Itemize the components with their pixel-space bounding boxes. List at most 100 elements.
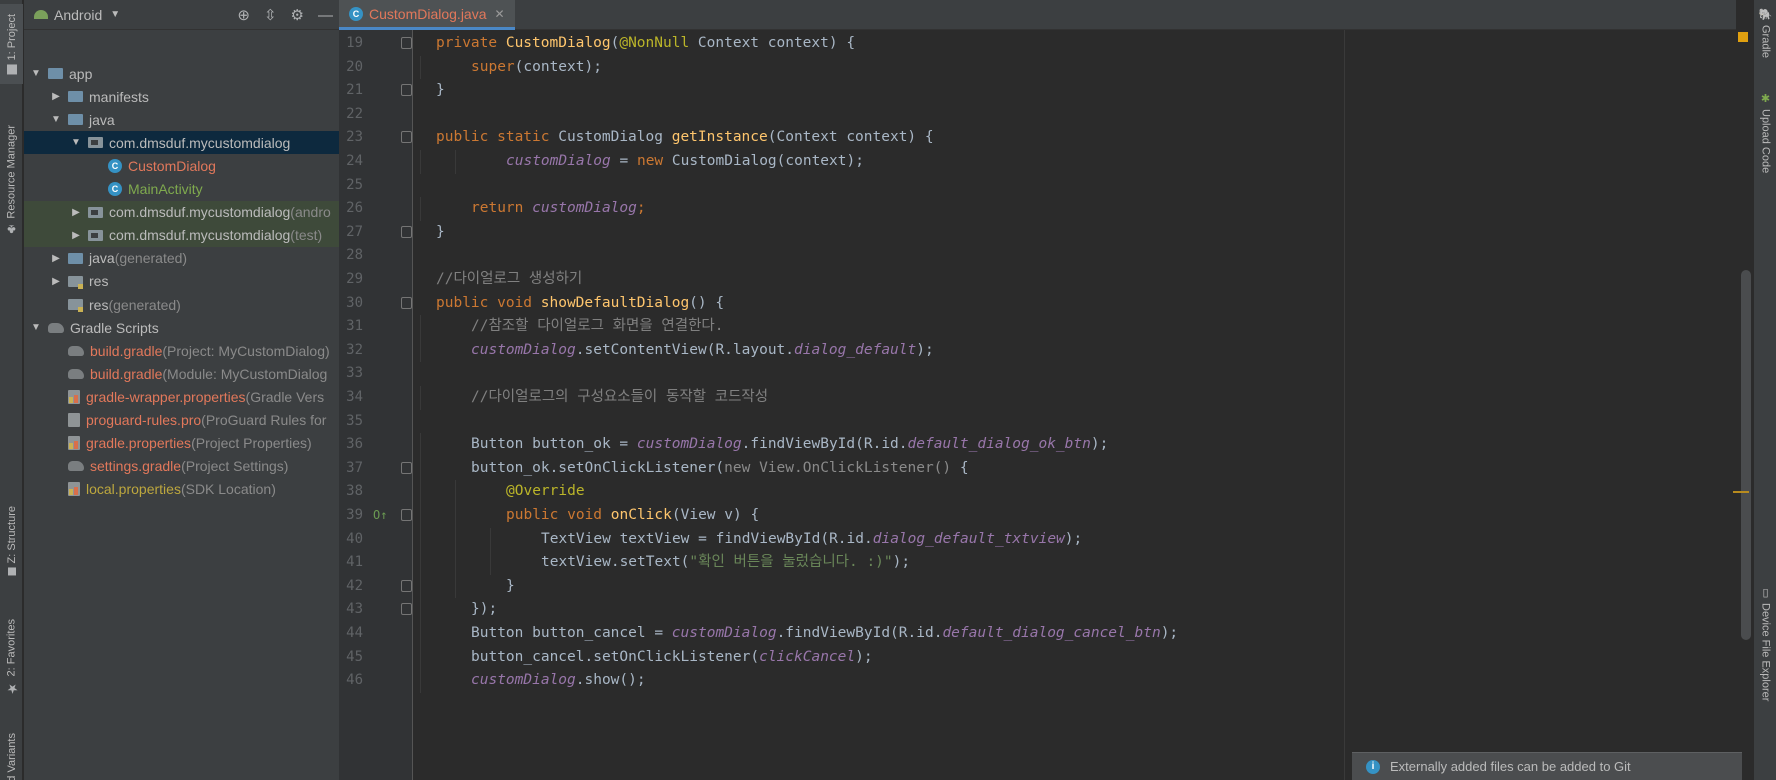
- code-line[interactable]: 35: [339, 410, 1736, 434]
- code-line[interactable]: 43});: [339, 598, 1736, 622]
- collapse-all-icon[interactable]: ⇳: [264, 6, 277, 24]
- code-line[interactable]: 22: [339, 103, 1736, 127]
- fold-icon[interactable]: [401, 37, 412, 49]
- code-line[interactable]: 32 customDialog.setContentView(R.layout.d…: [339, 338, 1736, 363]
- code-line[interactable]: 45 button_cancel.setOnClickListener(click…: [339, 645, 1736, 670]
- editor-scrollbar[interactable]: [1741, 270, 1751, 640]
- expanded-arrow-icon[interactable]: ▼: [30, 68, 42, 79]
- code-line[interactable]: 21}: [339, 79, 1736, 103]
- code-line[interactable]: 44 Button button_cancel = customDialog.fi…: [339, 622, 1736, 646]
- code-text: //다이얼로그 생성하기: [436, 268, 582, 292]
- tree-item[interactable]: ▼ java: [24, 108, 339, 131]
- fold-icon[interactable]: [401, 509, 412, 521]
- code-line[interactable]: 31 //참조할 다이얼로그 화면을 연결한다.: [339, 315, 1736, 339]
- fold-icon[interactable]: [401, 461, 412, 474]
- code-token: public void: [436, 294, 541, 311]
- code-line[interactable]: 28: [339, 244, 1736, 268]
- tab-device-file-explorer[interactable]: ▯ Device File Explorer: [1754, 586, 1776, 716]
- tree-item[interactable]: ▶ com.dmsduf.mycustomdialog (andro: [24, 200, 339, 224]
- folder-icon: [68, 91, 83, 103]
- code-line[interactable]: 34 //다이얼로그의 구성요소들이 동작할 코드작성: [339, 386, 1736, 410]
- fold-icon[interactable]: [401, 225, 412, 238]
- tree-item[interactable]: gradle-wrapper.properties (Gradle Vers: [24, 385, 339, 408]
- collapsed-arrow-icon[interactable]: ▶: [50, 91, 62, 102]
- collapsed-arrow-icon[interactable]: ▶: [70, 207, 82, 218]
- locate-target-icon[interactable]: ⊕: [237, 6, 250, 24]
- tree-item[interactable]: ▼ app: [24, 62, 339, 85]
- code-line[interactable]: 37 button_ok.setOnClickListener(new View.…: [339, 456, 1736, 481]
- tree-item[interactable]: ▶ java (generated): [24, 247, 339, 270]
- gear-icon[interactable]: ⚙: [291, 6, 304, 24]
- fold-icon[interactable]: [401, 579, 412, 592]
- tree-item[interactable]: build.gradle (Module: MyCustomDialog: [24, 362, 339, 385]
- code-editor[interactable]: 19 private CustomDialog(@NonNull Context …: [339, 30, 1736, 780]
- code-line[interactable]: 27}: [339, 221, 1736, 245]
- minimize-icon[interactable]: —: [318, 7, 333, 24]
- tree-item[interactable]: settings.gradle (Project Settings): [24, 455, 339, 478]
- chevron-down-icon[interactable]: ▼: [110, 9, 120, 20]
- fold-icon[interactable]: [401, 603, 412, 616]
- line-number: 29: [346, 271, 363, 287]
- tree-item[interactable]: C MainActivity: [24, 178, 339, 201]
- code-line[interactable]: 33: [339, 362, 1736, 386]
- expanded-arrow-icon[interactable]: ▼: [70, 137, 82, 148]
- fold-icon[interactable]: [401, 131, 412, 144]
- tab-project[interactable]: 1: Project: [0, 4, 23, 84]
- tab-favorites[interactable]: ★ 2: Favorites: [0, 612, 23, 702]
- fold-icon[interactable]: [401, 296, 412, 309]
- tree-item[interactable]: ▼ Gradle Scripts: [24, 316, 339, 339]
- tab-project-label: 1: Project: [5, 13, 18, 61]
- expanded-arrow-icon[interactable]: ▼: [30, 322, 42, 333]
- code-token: CustomDialog(context);: [671, 153, 864, 169]
- code-line[interactable]: 30 public void showDefaultDialog() {: [339, 292, 1736, 316]
- collapsed-arrow-icon[interactable]: ▶: [50, 253, 62, 264]
- code-line[interactable]: 40 TextView textView = findViewById(R.id.…: [339, 527, 1736, 552]
- override-marker-icon[interactable]: O↑: [373, 504, 387, 528]
- tree-item[interactable]: proguard-rules.pro (ProGuard Rules for: [24, 409, 339, 432]
- tab-upload-code[interactable]: ✱ Upload Code: [1754, 92, 1776, 192]
- warning-marker[interactable]: [1738, 32, 1748, 42]
- tab-build-variants[interactable]: Build Variants: [0, 722, 23, 780]
- tab-gradle[interactable]: 🐘 Gradle: [1754, 8, 1776, 78]
- expanded-arrow-icon[interactable]: ▼: [50, 114, 62, 125]
- close-icon[interactable]: ✕: [495, 7, 505, 21]
- tree-item[interactable]: gradle.properties (Project Properties): [24, 432, 339, 455]
- collapsed-arrow-icon[interactable]: ▶: [70, 230, 82, 241]
- tree-item[interactable]: build.gradle (Project: MyCustomDialog): [24, 339, 339, 362]
- code-line[interactable]: 46 customDialog.show();: [339, 669, 1736, 693]
- code-text: customDialog.setContentView(R.layout.dia…: [471, 339, 934, 363]
- tab-resource-manager[interactable]: ♣ Resource Manager: [0, 116, 23, 246]
- code-line[interactable]: 38 @Override: [339, 480, 1736, 504]
- tree-item-hint: (Project Properties): [191, 435, 312, 452]
- code-line[interactable]: 25: [339, 174, 1736, 198]
- code-line[interactable]: 23 public static CustomDialog getInstance…: [339, 126, 1736, 150]
- tree-item[interactable]: C CustomDialog: [24, 154, 339, 177]
- code-line[interactable]: 20 super(context);: [339, 55, 1736, 80]
- tree-item[interactable]: local.properties (SDK Location): [24, 478, 339, 501]
- fold-icon[interactable]: [401, 84, 412, 97]
- code-line[interactable]: 39 O↑ public void onClick(View v) {: [339, 504, 1736, 528]
- tree-item[interactable]: res (generated): [24, 293, 339, 316]
- tree-item[interactable]: ▼ com.dmsduf.mycustomdialog: [24, 131, 339, 155]
- code-token: new View.OnClickListener(): [724, 459, 960, 476]
- code-line[interactable]: 24 customDialog = new CustomDialog(contex…: [339, 150, 1736, 174]
- tree-item[interactable]: ▶ res: [24, 270, 339, 293]
- code-line[interactable]: 36 Button button_ok = customDialog.findVi…: [339, 433, 1736, 457]
- code-token: customDialog: [671, 625, 777, 641]
- code-line[interactable]: 41 textView.setText("확인 버튼을 눌렀습니다. :)");: [339, 551, 1736, 575]
- scroll-marker[interactable]: [1733, 491, 1749, 493]
- tree-item-hint: (test): [290, 227, 323, 244]
- tree-item[interactable]: ▶ com.dmsduf.mycustomdialog (test): [24, 223, 339, 247]
- gradle-elephant-icon: [68, 345, 84, 356]
- tab-custom-dialog-java[interactable]: C CustomDialog.java ✕: [339, 0, 515, 30]
- tree-item-hint: (generated): [114, 250, 188, 267]
- tree-item[interactable]: ▶ manifests: [24, 85, 339, 108]
- project-view-selector[interactable]: Android: [54, 7, 102, 23]
- git-notification[interactable]: i Externally added files can be added to…: [1352, 752, 1742, 780]
- code-line[interactable]: 19 private CustomDialog(@NonNull Context …: [339, 32, 1736, 56]
- tab-structure[interactable]: Z: Structure: [0, 496, 23, 586]
- code-line[interactable]: 42}: [339, 574, 1736, 599]
- code-line[interactable]: 26 return customDialog;: [339, 197, 1736, 221]
- collapsed-arrow-icon[interactable]: ▶: [50, 276, 62, 287]
- code-line[interactable]: 29 //다이얼로그 생성하기: [339, 268, 1736, 292]
